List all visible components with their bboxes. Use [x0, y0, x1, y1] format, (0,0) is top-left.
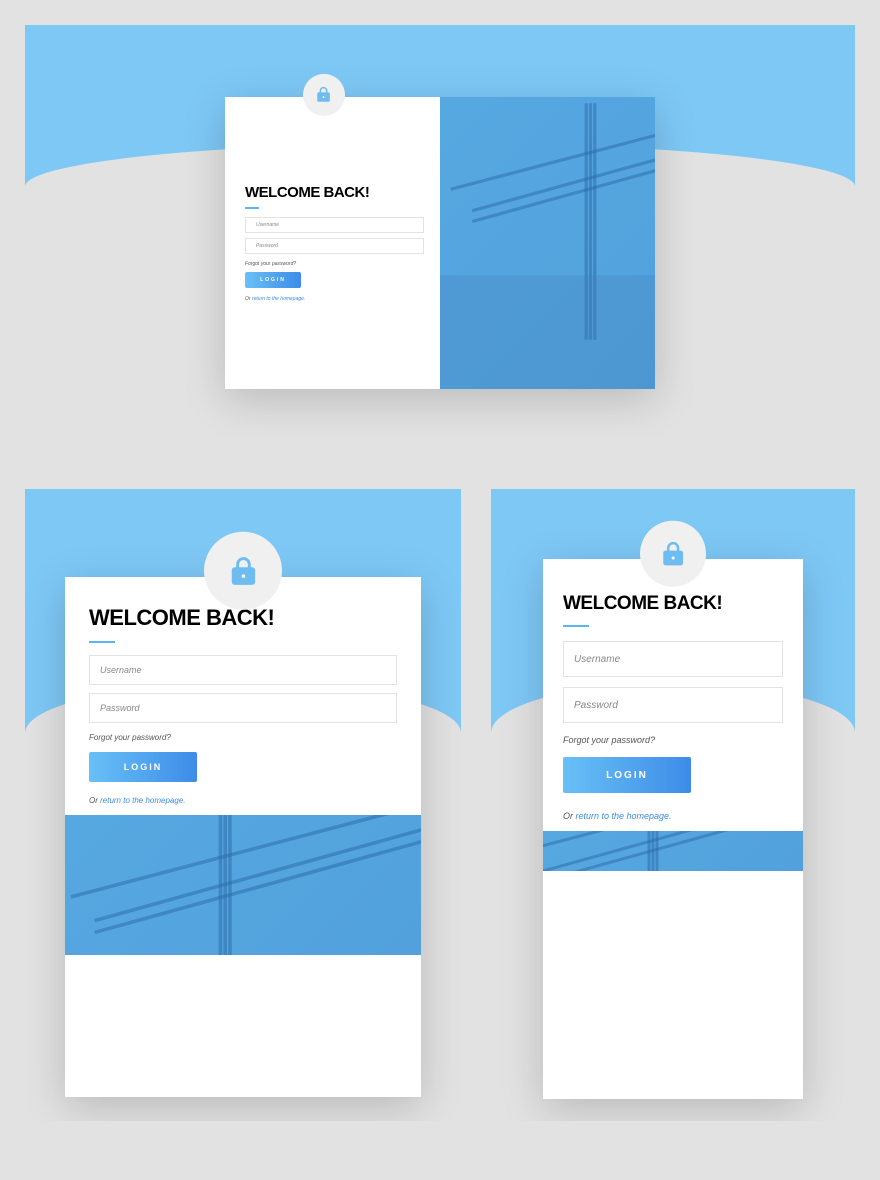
return-home-link[interactable]: return to the homepage.	[100, 796, 185, 805]
lock-badge	[640, 521, 706, 587]
return-home-link[interactable]: return to the homepage.	[576, 811, 672, 821]
title-underline	[563, 625, 589, 627]
login-card: WELCOME BACK! Username Password Forgot y…	[543, 559, 803, 1099]
preview-desktop: WELCOME BACK! Username Password Forgot y…	[25, 25, 855, 459]
login-form: WELCOME BACK! Username Password Forgot y…	[543, 559, 803, 831]
lock-icon	[222, 549, 265, 592]
lock-badge	[303, 74, 345, 116]
login-card: WELCOME BACK! Username Password Forgot y…	[225, 97, 655, 389]
preview-mobile: WELCOME BACK! Username Password Forgot y…	[491, 489, 855, 1121]
password-input[interactable]: Password	[245, 238, 424, 254]
return-home-text: Or return to the homepage.	[89, 796, 397, 805]
lock-badge	[204, 532, 282, 610]
forgot-password-link[interactable]: Forgot your password?	[89, 733, 397, 742]
lock-icon	[655, 536, 691, 572]
password-input[interactable]: Password	[89, 693, 397, 723]
login-form: WELCOME BACK! Username Password Forgot y…	[225, 97, 440, 389]
preview-tablet: WELCOME BACK! Username Password Forgot y…	[25, 489, 461, 1121]
return-home-link[interactable]: return to the homepage.	[252, 296, 305, 302]
lock-icon	[312, 83, 335, 106]
login-button[interactable]: LOGIN	[89, 752, 197, 782]
login-card: WELCOME BACK! Username Password Forgot y…	[65, 577, 421, 1097]
password-input[interactable]: Password	[563, 687, 783, 723]
login-button[interactable]: LOGIN	[245, 272, 301, 288]
welcome-title: WELCOME BACK!	[563, 593, 783, 615]
title-underline	[89, 641, 115, 643]
hero-image	[65, 815, 421, 955]
forgot-password-link[interactable]: Forgot your password?	[245, 261, 424, 267]
return-home-text: Or return to the homepage.	[245, 296, 424, 302]
username-input[interactable]: Username	[245, 217, 424, 233]
return-home-text: Or return to the homepage.	[563, 811, 783, 821]
username-input[interactable]: Username	[89, 655, 397, 685]
login-button[interactable]: LOGIN	[563, 757, 691, 793]
welcome-title: WELCOME BACK!	[245, 184, 424, 201]
title-underline	[245, 207, 259, 209]
login-form: WELCOME BACK! Username Password Forgot y…	[65, 577, 421, 815]
forgot-password-link[interactable]: Forgot your password?	[563, 735, 783, 745]
username-input[interactable]: Username	[563, 641, 783, 677]
hero-image	[543, 831, 803, 871]
hero-image	[440, 97, 655, 389]
